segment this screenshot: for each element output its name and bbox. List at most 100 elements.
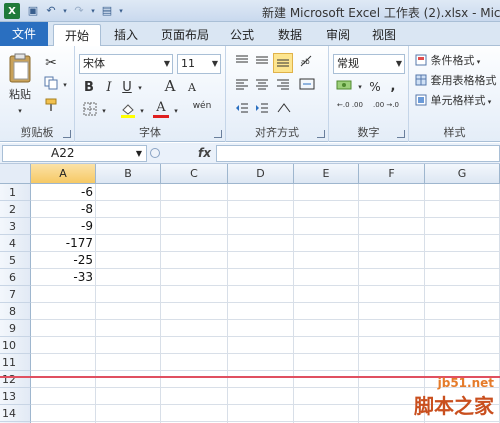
cell-f10[interactable] [359,337,425,354]
cell-f2[interactable] [359,201,425,218]
cell-f6[interactable] [359,269,425,286]
print-preview-icon[interactable]: ▤ [100,4,114,18]
cell-e7[interactable] [294,286,359,303]
cell-e8[interactable] [294,303,359,320]
cell-e5[interactable] [294,252,359,269]
format-as-table-button[interactable]: 套用表格格式 [415,72,500,90]
cell-d5[interactable] [228,252,294,269]
clipboard-launcher-icon[interactable] [63,130,71,138]
cell-a11[interactable] [31,354,96,371]
cell-a10[interactable] [31,337,96,354]
fill-color-icon[interactable] [119,102,137,120]
cell-g7[interactable] [425,286,500,303]
underline-dropdown-icon[interactable]: ▾ [135,79,145,97]
font-size-select[interactable]: 11 ▼ [177,54,221,74]
percent-button[interactable]: % [367,78,383,96]
row-header-7[interactable]: 7 [0,286,31,303]
cell-styles-button[interactable]: 单元格样式 ▾ [415,92,500,110]
name-box[interactable]: A22 ▼ [2,145,147,162]
undo-dropdown-icon[interactable]: ▾ [58,4,72,18]
cell-g2[interactable] [425,201,500,218]
cell-d9[interactable] [228,320,294,337]
cell-a8[interactable] [31,303,96,320]
cell-a3[interactable]: -9 [31,218,96,235]
cell-b5[interactable] [96,252,161,269]
align-left-icon[interactable] [232,78,252,96]
cell-c3[interactable] [161,218,228,235]
grow-font-button[interactable]: A [161,77,179,95]
align-top-icon[interactable] [232,54,252,72]
cell-b11[interactable] [96,354,161,371]
save-icon[interactable]: ▣ [26,4,40,18]
cell-b4[interactable] [96,235,161,252]
row-header-1[interactable]: 1 [0,184,31,201]
column-header-g[interactable]: G [425,164,500,184]
italic-button[interactable]: I [101,79,117,97]
paste-dropdown-icon[interactable]: ▾ [12,102,28,120]
cell-f7[interactable] [359,286,425,303]
cell-f3[interactable] [359,218,425,235]
cell-d7[interactable] [228,286,294,303]
cell-c4[interactable] [161,235,228,252]
cell-a6[interactable]: -33 [31,269,96,286]
cell-b8[interactable] [96,303,161,320]
cell-b14[interactable] [96,405,161,422]
column-header-f[interactable]: F [359,164,425,184]
cell-c10[interactable] [161,337,228,354]
tab-file[interactable]: 文件 [0,22,48,46]
row-header-4[interactable]: 4 [0,235,31,252]
row-header-10[interactable]: 10 [0,337,31,354]
font-launcher-icon[interactable] [214,130,222,138]
cell-d10[interactable] [228,337,294,354]
row-header-9[interactable]: 9 [0,320,31,337]
fill-color-dropdown-icon[interactable]: ▾ [137,102,147,120]
increase-decimal-button[interactable]: ←.0 .00 [333,101,367,119]
select-all-corner[interactable] [0,164,31,184]
merge-center-icon[interactable] [296,78,318,96]
cell-c1[interactable] [161,184,228,201]
cell-g1[interactable] [425,184,500,201]
cell-e9[interactable] [294,320,359,337]
cell-a7[interactable] [31,286,96,303]
cell-b9[interactable] [96,320,161,337]
cell-b3[interactable] [96,218,161,235]
number-format-select[interactable]: 常规 ▼ [333,54,405,74]
row-header-11[interactable]: 11 [0,354,31,371]
cell-e3[interactable] [294,218,359,235]
cell-g4[interactable] [425,235,500,252]
cell-b10[interactable] [96,337,161,354]
cell-f1[interactable] [359,184,425,201]
row-header-2[interactable]: 2 [0,201,31,218]
cell-a4[interactable]: -177 [31,235,96,252]
cell-e12[interactable] [294,371,359,388]
cell-g8[interactable] [425,303,500,320]
cell-c11[interactable] [161,354,228,371]
font-name-select[interactable]: 宋体 ▼ [79,54,173,74]
row-header-14[interactable]: 14 [0,405,31,422]
cell-c2[interactable] [161,201,228,218]
cell-g11[interactable] [425,354,500,371]
row-header-5[interactable]: 5 [0,252,31,269]
tab-insert[interactable]: 插入 [108,24,144,46]
cell-f4[interactable] [359,235,425,252]
cell-d6[interactable] [228,269,294,286]
formula-bar-splitter[interactable] [150,148,160,158]
cell-a12[interactable] [31,371,96,388]
accounting-dropdown-icon[interactable]: ▾ [355,78,365,96]
cell-e2[interactable] [294,201,359,218]
cell-e1[interactable] [294,184,359,201]
row-header-13[interactable]: 13 [0,388,31,405]
customize-quick-access-icon[interactable]: ▾ [114,4,128,18]
cell-e13[interactable] [294,388,359,405]
cell-c13[interactable] [161,388,228,405]
row-header-8[interactable]: 8 [0,303,31,320]
decrease-indent-icon[interactable] [232,102,252,120]
cell-a9[interactable] [31,320,96,337]
formula-input[interactable] [216,145,500,162]
cell-e11[interactable] [294,354,359,371]
cell-e14[interactable] [294,405,359,422]
tab-formulas[interactable]: 公式 [224,24,260,46]
cell-g9[interactable] [425,320,500,337]
borders-icon[interactable] [81,102,99,120]
copy-dropdown-icon[interactable]: ▾ [60,76,70,94]
